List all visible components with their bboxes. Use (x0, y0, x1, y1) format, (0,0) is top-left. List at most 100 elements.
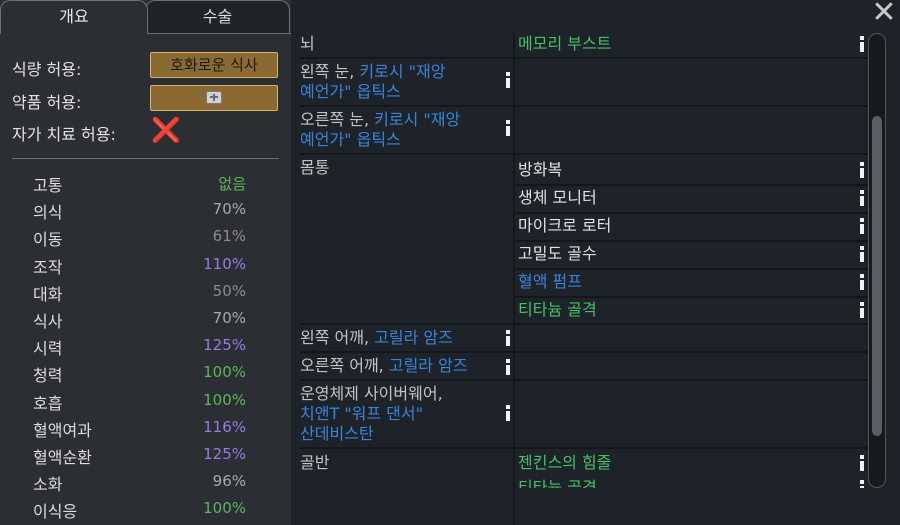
hediff-torso[interactable]: 혈액 펌프 (518, 272, 848, 292)
row-separator (515, 184, 868, 186)
info-icon[interactable] (505, 72, 511, 88)
capacity-value: 70% (212, 308, 246, 327)
info-icon[interactable] (859, 218, 865, 234)
capacity-name: 청력 (33, 366, 63, 386)
part-right-shoulder: 오른쪽 어깨, 고릴라 암즈 (300, 356, 513, 376)
tab-overview[interactable]: 개요 (0, 0, 148, 34)
hediff-torso[interactable]: 마이크로 로터 (518, 216, 848, 236)
hediff-torso[interactable]: 고밀도 골수 (518, 244, 848, 264)
capacity-name: 호흡 (33, 393, 63, 413)
part-right-eye: 오른쪽 눈, 키로시 "재앙 예언가" 옵틱스 (300, 110, 513, 150)
part-nervous-system: 운영체제 사이버웨어, 치앤T "워프 댄서" 산데비스탄 (300, 384, 513, 444)
medicine-restriction-label: 약품 허용: (12, 93, 82, 112)
capacity-value: 116% (203, 417, 246, 436)
part-right-shoulder-implant: 고릴라 암즈 (388, 356, 468, 375)
info-icon[interactable] (505, 120, 511, 136)
hediff-torso[interactable]: 방화복 (518, 160, 848, 180)
capacity-row: 혈액여과 116% (0, 415, 291, 442)
info-icon[interactable] (859, 246, 865, 262)
capacity-name: 의식 (33, 203, 63, 223)
capacity-value: 100% (203, 363, 246, 382)
capacity-row: 조작 110% (0, 252, 291, 279)
hediff-torso[interactable]: 생체 모니터 (518, 188, 848, 208)
hediff-brain[interactable]: 메모리 부스트 (518, 34, 848, 54)
row-separator (515, 379, 868, 381)
hediff-pelvis[interactable]: 젠킨스의 힘줄 (518, 453, 848, 473)
part-right-eye-implant-cont: 예언가" 옵틱스 (300, 130, 401, 149)
part-brain: 뇌 (300, 34, 315, 53)
row-separator (300, 153, 513, 155)
row-separator (515, 268, 868, 270)
selftend-toggle-off-icon[interactable]: ❌ (151, 116, 181, 144)
info-icon[interactable] (859, 36, 865, 52)
capacity-name: 소화 (33, 475, 63, 495)
capacity-name: 조작 (33, 257, 63, 277)
row-separator (300, 351, 513, 353)
part-left-shoulder: 왼쪽 어깨, 고릴라 암즈 (300, 328, 513, 348)
capacity-value: 100% (203, 390, 246, 409)
part-right-shoulder-name: 오른쪽 어깨, (300, 356, 389, 375)
part-left-shoulder-implant: 고릴라 암즈 (374, 328, 453, 347)
row-separator (515, 296, 868, 298)
row-separator (300, 105, 513, 107)
capacity-name: 혈액여과 (33, 420, 92, 440)
part-left-eye-name: 왼쪽 눈, (300, 62, 360, 81)
part-left-eye: 왼쪽 눈, 키로시 "재앙 예언가" 옵틱스 (300, 62, 513, 102)
capacity-row: 혈액순환 125% (0, 442, 291, 469)
capacity-value: 61% (212, 227, 246, 246)
row-separator (300, 379, 513, 381)
info-icon[interactable] (859, 302, 865, 318)
selftend-label: 자가 치료 허용: (12, 125, 116, 144)
capacity-value: 96% (212, 472, 246, 491)
health-body-part-list: 뇌 메모리 부스트 왼쪽 눈, 키로시 "재앙 예언가" 옵틱스 오른쪽 눈, … (300, 32, 870, 525)
part-left-eye-implant-cont: 예언가" 옵틱스 (300, 82, 401, 101)
food-restriction-label: 식량 허용: (12, 60, 82, 79)
info-icon[interactable] (859, 480, 865, 488)
row-separator (515, 323, 868, 325)
info-icon[interactable] (505, 330, 511, 346)
info-icon[interactable] (505, 405, 511, 421)
hediff-torso[interactable]: 티타늄 골격 (518, 300, 848, 320)
close-icon[interactable]: ✕ (868, 0, 900, 28)
part-left-eye-implant: 키로시 "재앙 (359, 62, 446, 81)
food-restriction-button[interactable]: 호화로운 식사 (150, 52, 278, 78)
capacity-row: 이동 61% (0, 224, 291, 251)
tab-operations[interactable]: 수술 (145, 0, 290, 34)
part-pelvis: 골반 (300, 453, 330, 472)
capacity-value: 50% (212, 281, 246, 300)
info-icon[interactable] (505, 359, 511, 375)
row-separator (515, 153, 868, 155)
capacity-row: 이식응 100% (0, 496, 291, 523)
info-icon[interactable] (859, 162, 865, 178)
capacity-row: 소화 96% (0, 469, 291, 496)
medicine-restriction-button[interactable] (150, 85, 278, 111)
row-separator (515, 447, 868, 449)
info-icon[interactable] (859, 455, 865, 471)
capacity-row: 청력 100% (0, 360, 291, 387)
capacity-name: 대화 (33, 284, 63, 304)
info-icon[interactable] (859, 190, 865, 206)
capacity-value: 100% (203, 499, 246, 518)
part-right-eye-implant: 키로시 "재앙 (374, 110, 461, 129)
row-separator (515, 57, 868, 59)
row-separator (515, 105, 868, 107)
capacity-name: 이식응 (33, 502, 78, 522)
capacity-value: 없음 (218, 175, 246, 193)
capacity-row: 식사 70% (0, 306, 291, 333)
tab-divider (148, 33, 291, 34)
info-icon[interactable] (859, 274, 865, 290)
capacity-value: 125% (203, 336, 246, 355)
capacity-name: 고통 (33, 176, 63, 195)
capacity-row: 시력 125% (0, 333, 291, 360)
capacity-value: 125% (203, 444, 246, 463)
scrollbar-thumb[interactable] (872, 116, 882, 436)
capacity-row: 호흡 100% (0, 388, 291, 415)
capacity-name: 이동 (33, 230, 63, 250)
part-nervous-system-implant-cont: 산데비스탄 (300, 424, 374, 443)
row-separator (515, 212, 868, 214)
capacity-row: 대화 50% (0, 279, 291, 306)
capacity-name: 식사 (33, 311, 63, 331)
hediff-pelvis-next[interactable]: 티타늄 골격 (518, 478, 848, 488)
section-divider (12, 158, 279, 159)
row-separator (515, 351, 868, 353)
